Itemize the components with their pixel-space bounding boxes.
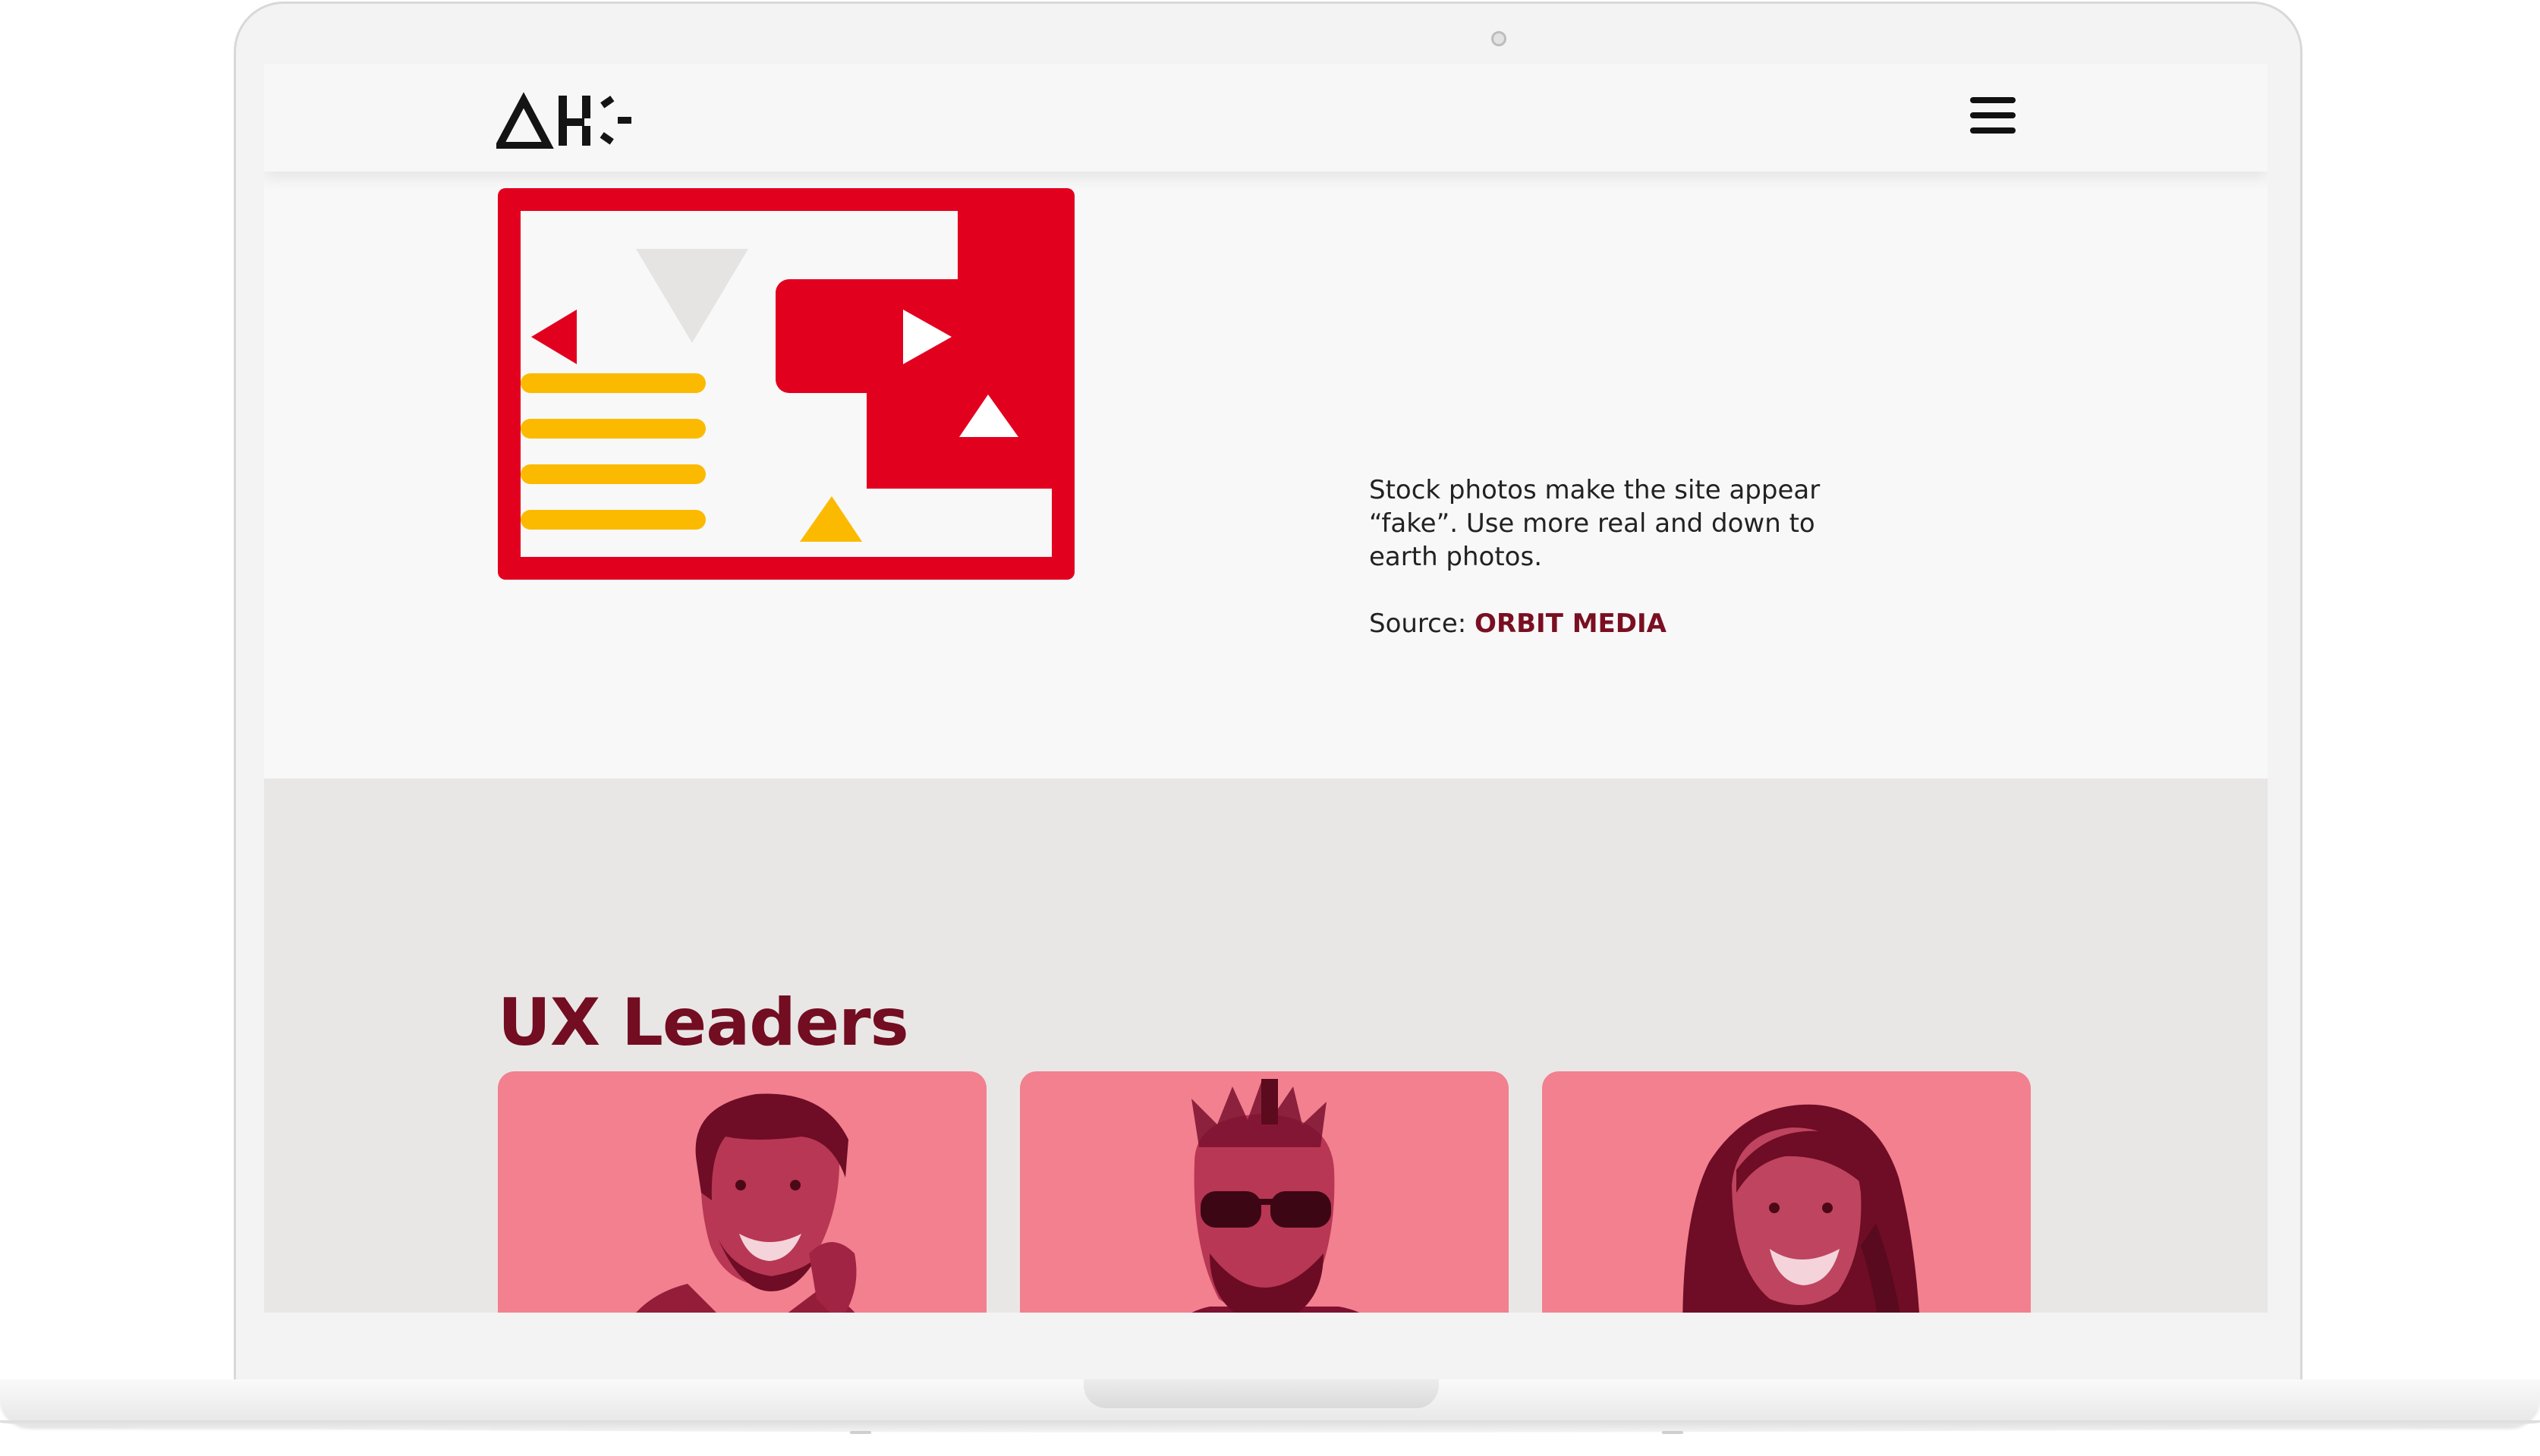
hamburger-menu-icon[interactable]	[1969, 94, 2019, 140]
tip-paragraph: Stock photos make the site appear “fake”…	[1369, 475, 1821, 572]
ux-leaders-section: UX Leaders	[264, 778, 2268, 1313]
source-line: Source: ORBIT MEDIA	[1369, 607, 1885, 640]
woman-smiling-portrait-icon	[1682, 1104, 1919, 1313]
leader-card[interactable]	[1020, 1071, 1509, 1313]
laptop-foot	[850, 1431, 871, 1434]
man-with-sunglasses-and-crown-portrait-icon	[1191, 1079, 1359, 1313]
source-label: Source:	[1369, 609, 1475, 639]
laptop-foot	[1662, 1431, 1683, 1434]
leader-card[interactable]	[1542, 1071, 2031, 1313]
webcam	[1491, 31, 1506, 46]
section-title: UX Leaders	[498, 985, 909, 1061]
browser-screen: Stock photos make the site appear “fake”…	[264, 64, 2268, 1313]
logo-icon[interactable]	[496, 91, 636, 149]
man-smiling-hand-on-chin-portrait-icon	[636, 1093, 857, 1313]
web-layout-illustration-icon	[498, 188, 1075, 580]
laptop-notch	[1084, 1379, 1439, 1408]
source-link-orbit-media[interactable]: ORBIT MEDIA	[1475, 609, 1667, 639]
leader-card[interactable]	[498, 1071, 987, 1313]
site-header	[264, 64, 2268, 171]
stock-photo-tip: Stock photos make the site appear “fake”…	[1369, 473, 1885, 640]
